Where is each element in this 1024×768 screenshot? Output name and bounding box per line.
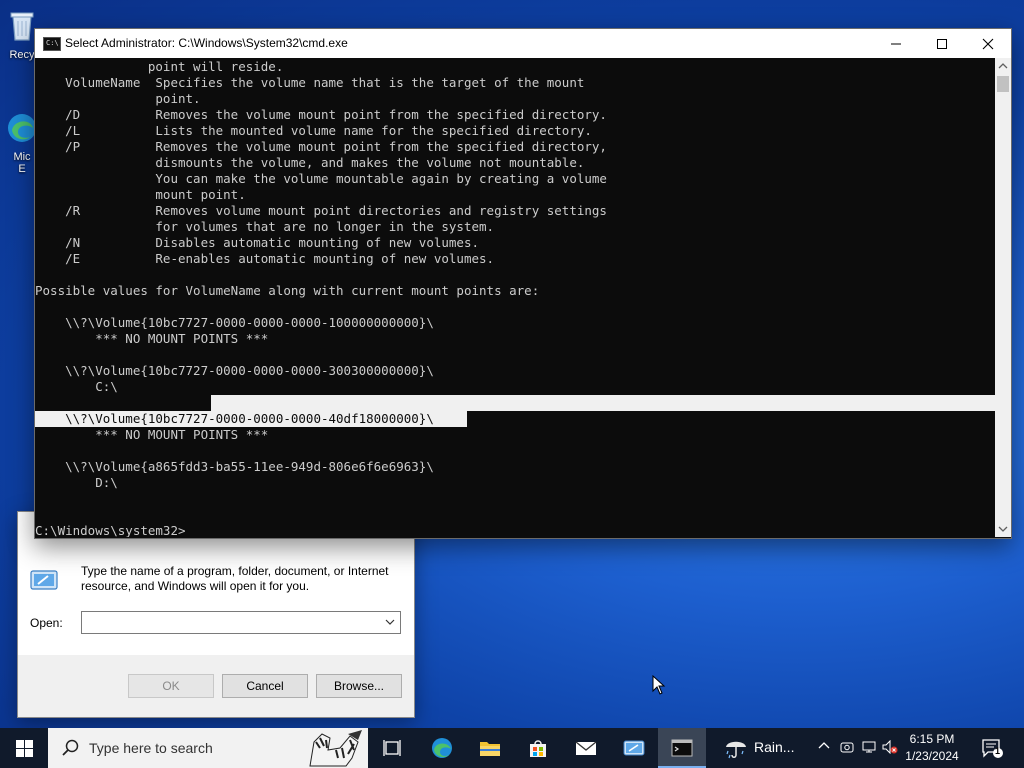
system-clock[interactable]: 6:15 PM 1/23/2024 [896,731,968,765]
notification-count: 1 [995,746,1001,756]
console-line: point. [35,91,201,106]
console-line: /N Disables automatic mounting of new vo… [35,235,480,250]
tray-meet-now[interactable] [836,728,856,768]
taskbar-store[interactable] [514,728,562,768]
taskbar: Type here to search Rain... 6:15 PM 1/23… [0,728,1024,768]
console-line: /L Lists the mounted volume name for the… [35,123,592,138]
scrollbar-thumb[interactable] [997,76,1009,92]
console-line: D:\ [35,475,118,490]
notification-icon [982,739,1003,758]
tray-network[interactable] [858,728,878,768]
console-line: \\?\Volume{a865fdd3-ba55-11ee-949d-806e6… [35,459,434,474]
weather-text: Rain... [754,739,795,755]
console-line: point will reside. [35,59,284,74]
windows-logo-icon [16,740,33,757]
command-prompt-icon [671,739,693,757]
console-line: \\?\Volume{10bc7727-0000-0000-0000-10000… [35,315,434,330]
scroll-down-icon[interactable] [998,525,1008,533]
console-line: for volumes that are no longer in the sy… [35,219,495,234]
open-label: Open: [30,616,63,630]
vertical-scrollbar[interactable] [995,58,1011,537]
cmd-app-icon[interactable]: C:\ [43,37,61,51]
console-line: Possible values for VolumeName along wit… [35,283,540,298]
maximize-button[interactable] [919,29,965,58]
cmd-title: Select Administrator: C:\Windows\System3… [65,36,348,50]
console-line: /P Removes the volume mount point from t… [35,139,607,154]
mail-icon [575,741,597,755]
console-line: /R Removes volume mount point directorie… [35,203,607,218]
taskbar-search-box[interactable]: Type here to search [48,728,368,768]
command-prompt-line: C:\Windows\system32> [35,523,186,537]
taskbar-mail[interactable] [562,728,610,768]
network-icon [862,741,876,753]
run-program-icon [623,740,645,756]
rain-umbrella-icon [726,741,746,759]
cancel-button[interactable]: Cancel [222,674,308,698]
cmd-window[interactable]: C:\ Select Administrator: C:\Windows\Sys… [34,28,1012,539]
run-dialog: Type the name of a program, folder, docu… [17,511,415,718]
taskbar-run[interactable] [610,728,658,768]
console-line: *** NO MOUNT POINTS *** [35,427,269,442]
console-line: C:\ [35,379,118,394]
minimize-button[interactable] [873,29,919,58]
zebra-search-highlight-icon [309,730,362,767]
chevron-up-icon [818,742,830,749]
close-button[interactable] [965,29,1011,58]
mouse-cursor-icon [652,675,666,695]
search-placeholder: Type here to search [89,740,213,756]
camera-icon [840,742,854,753]
console-line: VolumeName Specifies the volume name tha… [35,75,585,90]
task-view-button[interactable] [368,728,416,768]
console-line: You can make the volume mountable again … [35,171,607,186]
console-line: dismounts the volume, and makes the volu… [35,155,585,170]
console-line: *** NO MOUNT POINTS *** [35,331,269,346]
run-program-icon [30,570,58,590]
action-center-button[interactable]: 1 [980,736,1004,760]
chevron-down-icon[interactable] [384,615,396,629]
search-icon [62,739,79,756]
console-line: mount point. [35,187,246,202]
taskbar-cmd[interactable] [658,728,706,768]
taskbar-edge[interactable] [418,728,466,768]
text-selection [211,395,995,411]
console-line: /E Re-enables automatic mounting of new … [35,251,495,266]
task-view-icon [383,740,401,756]
minimize-icon [891,43,901,45]
console-line: \\?\Volume{10bc7727-0000-0000-0000-30030… [35,363,434,378]
show-hidden-icons-button[interactable] [814,728,834,768]
taskbar-file-explorer[interactable] [466,728,514,768]
console-output[interactable]: point will reside. VolumeName Specifies … [35,58,995,537]
close-icon [982,38,994,50]
scroll-up-icon[interactable] [998,62,1008,70]
run-description: Type the name of a program, folder, docu… [81,564,389,593]
clock-date: 1/23/2024 [905,749,959,763]
store-icon [530,740,546,757]
start-button[interactable] [0,728,48,768]
weather-widget[interactable]: Rain... [720,728,810,768]
browse-button[interactable]: Browse... [316,674,402,698]
open-input[interactable] [81,611,401,634]
console-line: \\?\Volume{10bc7727-0000-0000-0000-40df1… [35,411,434,426]
folder-icon [480,742,500,756]
clock-time: 6:15 PM [909,732,955,746]
edge-icon [432,738,452,758]
console-line: /D Removes the volume mount point from t… [35,107,607,122]
ok-button[interactable]: OK [128,674,214,698]
tray-volume[interactable] [878,728,898,768]
maximize-icon [937,39,947,49]
cmd-titlebar[interactable]: C:\ Select Administrator: C:\Windows\Sys… [35,29,1011,58]
